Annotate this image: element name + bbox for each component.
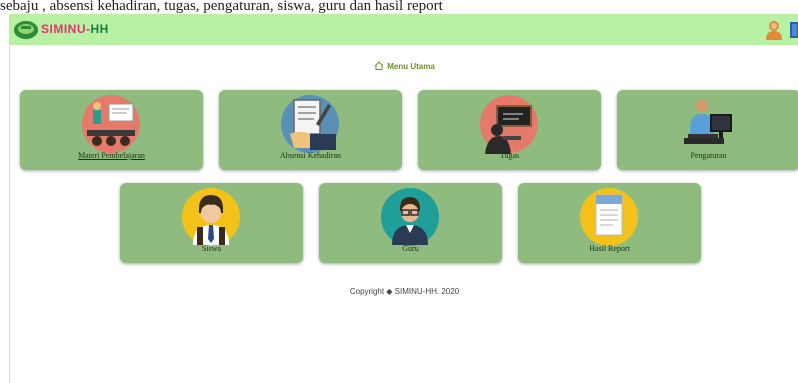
menu-card-pengaturan[interactable]: Pengaturan [617,90,798,170]
user-profile-icon[interactable] [765,20,783,40]
school-logo-icon [14,21,38,39]
app-window: SIMINU-HH Menu Utama Materi Pembelajaran… [9,14,798,383]
menu-card-label: Tugas [499,151,520,160]
student-avatar-icon [182,188,240,246]
brand-name: SIMINU-HH [41,22,109,36]
document-caption-text: sebaju , absensi kehadiran, tugas, penga… [0,0,443,14]
logout-icon[interactable] [789,20,798,40]
menu-card-guru[interactable]: Guru [319,183,502,263]
menu-card-label: Guru [402,244,419,253]
menu-card-label: Pengaturan [690,151,727,160]
menu-card-absensi-kehadiran[interactable]: Absensi Kehadiran [219,90,402,170]
teacher-avatar-icon [381,188,439,246]
brand-name-part1: SIMINU- [41,22,91,36]
menu-card-tugas[interactable]: Tugas [418,90,601,170]
menu-card-materi-pembelajaran[interactable]: Materi Pembelajaran [20,90,203,170]
teacher-presentation-icon [82,95,140,153]
attendance-clipboard-icon [281,95,339,153]
assignment-blackboard-icon [480,95,538,154]
page-title: Menu Utama [10,61,798,71]
home-icon [374,61,384,70]
settings-computer-user-icon [684,100,732,144]
menu-card-label: Materi Pembelajaran [78,151,145,160]
menu-card-hasil-report[interactable]: Hasil Report [518,183,701,263]
report-document-icon [580,188,638,246]
top-navbar: SIMINU-HH [10,14,798,45]
menu-card-label: Siswa [201,244,222,253]
menu-card-label: Hasil Report [589,244,630,253]
menu-card-label: Absensi Kehadiran [279,151,342,160]
footer-copyright: Copyright ◆ SIMINU-HH. 2020 [349,287,460,296]
menu-card-siswa[interactable]: Siswa [120,183,303,263]
page-title-text: Menu Utama [387,62,435,71]
brand-name-part2: HH [90,22,109,36]
